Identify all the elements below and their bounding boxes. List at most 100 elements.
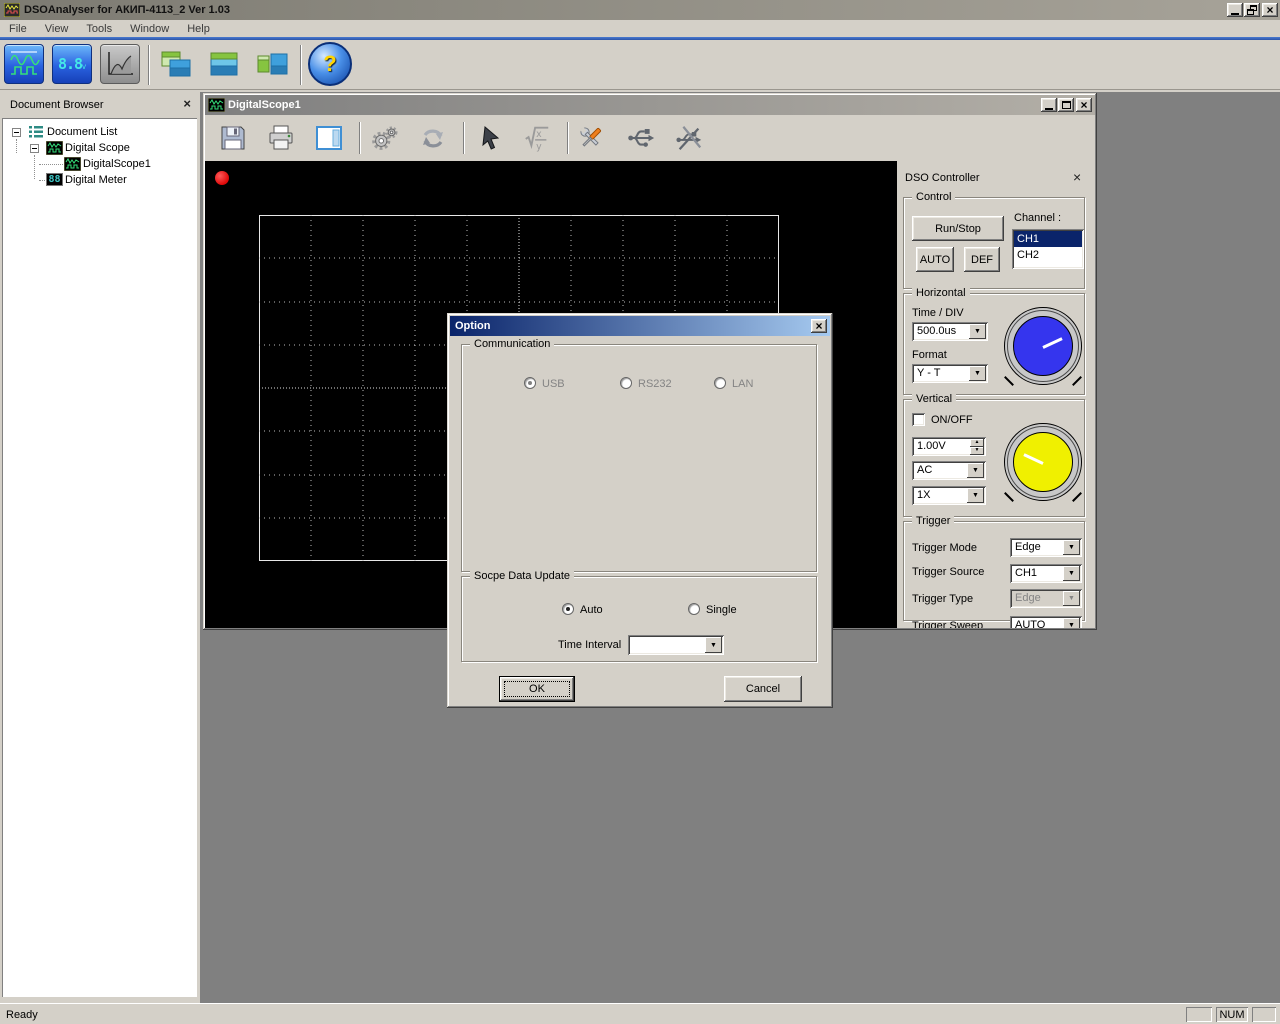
digital-scope-button[interactable] [4,44,44,84]
tree-item-document-list[interactable]: Document List [47,126,117,138]
print-button[interactable] [266,123,296,153]
time-interval-combo[interactable]: ▼ [628,635,724,655]
document-list-icon [29,126,43,138]
status-panel [1186,1007,1212,1022]
restore-button[interactable] [1244,3,1260,17]
coupling-combo[interactable]: AC ▼ [912,461,986,480]
trigger-mode-combo[interactable]: Edge ▼ [1010,538,1082,557]
time-div-combo[interactable]: 500.0us ▼ [912,322,988,341]
child-minimize-button[interactable] [1041,98,1057,112]
tree-item-digital-scope[interactable]: Digital Scope [65,142,130,154]
chart-button[interactable] [100,44,140,84]
channel-option-ch1[interactable]: CH1 [1014,231,1082,247]
settings-button[interactable] [370,123,400,153]
chevron-down-icon[interactable]: ▼ [967,488,984,503]
scope-data-update-group: Socpe Data Update Auto Single Time Inter… [461,570,817,662]
tree-item-digitalscope1[interactable]: DigitalScope1 [83,158,151,170]
usb-disconnect-icon [676,126,702,151]
chevron-down-icon[interactable]: ▼ [705,637,722,653]
refresh-button[interactable] [418,123,448,153]
tile-horizontal-button[interactable] [204,44,244,84]
document-tree: Document List Digital Scope DigitalScope… [2,118,197,997]
chevron-down-icon[interactable]: ▼ [1063,618,1080,628]
menu-help[interactable]: Help [178,21,219,37]
status-bar: Ready NUM [0,1003,1280,1024]
chevron-down-icon[interactable]: ▼ [1063,566,1080,581]
status-text: Ready [6,1009,38,1021]
run-stop-button[interactable]: Run/Stop [912,216,1004,241]
save-button[interactable] [218,123,248,153]
tree-item-digital-meter[interactable]: Digital Meter [65,174,127,186]
config-tools-button[interactable] [576,123,606,153]
spin-up-icon[interactable]: ▲ [970,439,984,447]
chevron-down-icon[interactable]: ▼ [967,463,984,478]
usb-connect-button[interactable] [626,123,656,153]
record-indicator [215,171,229,185]
cancel-button[interactable]: Cancel [724,676,802,702]
vertical-knob[interactable] [1004,423,1082,502]
auto-radio[interactable] [562,603,574,615]
digitalscope1-window-icon [208,98,225,112]
minimize-button[interactable] [1227,3,1243,17]
single-radio-label[interactable]: Single [706,604,737,616]
option-dialog: Option × Communication USB RS232 LAN Soc… [447,313,833,708]
math-button[interactable]: x y [522,123,552,153]
menu-window[interactable]: Window [121,21,178,37]
child-close-button[interactable]: × [1076,98,1092,112]
menu-file[interactable]: File [0,21,36,37]
format-combo[interactable]: Y - T ▼ [912,364,988,383]
digital-meter-button[interactable]: 8.8v [52,44,92,84]
tree-collapse-box[interactable] [12,128,21,137]
cascade-windows-button[interactable] [156,44,196,84]
menu-tools[interactable]: Tools [77,21,121,37]
trigger-source-label: Trigger Source [912,566,985,578]
horizontal-knob[interactable] [1004,307,1082,386]
single-radio[interactable] [688,603,700,615]
document-browser-header: Document Browser × [0,92,199,118]
tile-horizontal-icon [210,52,238,76]
document-browser-close-icon[interactable]: × [183,97,191,111]
scope-toolbar: x y [205,115,1095,161]
trigger-group: Trigger Trigger Mode Edge ▼ Trigger Sour… [903,515,1085,628]
toolbar-separator [463,122,465,154]
channel-listbox[interactable]: CH1 CH2 [1012,229,1084,269]
auto-radio-label[interactable]: Auto [580,604,603,616]
def-button[interactable]: DEF [964,247,1000,272]
child-maximize-button[interactable] [1058,98,1074,112]
app-icon [4,3,20,17]
tree-connector [39,180,45,181]
chevron-down-icon[interactable]: ▼ [1063,540,1080,555]
ok-button[interactable]: OK [499,676,575,702]
tile-vertical-button[interactable] [252,44,292,84]
close-button[interactable]: × [1262,3,1278,17]
dso-controller-close-icon[interactable]: × [1073,169,1081,185]
help-button[interactable]: ? [308,42,352,86]
cursor-button[interactable] [475,123,505,153]
chevron-down-icon[interactable]: ▼ [969,324,986,339]
usb-disconnect-button[interactable] [674,123,704,153]
spin-down-icon[interactable]: ▼ [970,447,984,455]
math-formula-icon: x y [525,126,549,152]
menu-view[interactable]: View [36,21,78,37]
digitalscope1-titlebar[interactable]: DigitalScope1 × [205,95,1095,115]
layout-panel-button[interactable] [314,123,344,153]
channel-option-ch2[interactable]: CH2 [1014,247,1082,263]
tree-collapse-box[interactable] [30,144,39,153]
chevron-down-icon[interactable]: ▼ [969,366,986,381]
auto-button[interactable]: AUTO [916,247,954,272]
close-icon: × [1266,3,1274,17]
option-dialog-titlebar[interactable]: Option × [450,316,830,336]
trigger-source-combo[interactable]: CH1 ▼ [1010,564,1082,583]
onoff-label: ON/OFF [931,414,973,426]
chart-icon [108,52,133,75]
volt-spinner[interactable]: 1.00V ▲ ▼ [912,437,986,456]
format-label: Format [912,349,947,361]
option-dialog-close-button[interactable]: × [811,319,827,333]
document-browser-panel: Document Browser × Document List Digital… [0,92,201,1003]
probe-combo[interactable]: 1X ▼ [912,486,986,505]
dso-controller-panel: DSO Controller × Control Run/Stop Channe… [897,161,1095,628]
usb-radio [524,377,536,389]
trigger-sweep-combo[interactable]: AUTO ▼ [1010,616,1082,628]
onoff-checkbox[interactable] [912,413,925,426]
lan-radio-label: LAN [732,378,754,390]
